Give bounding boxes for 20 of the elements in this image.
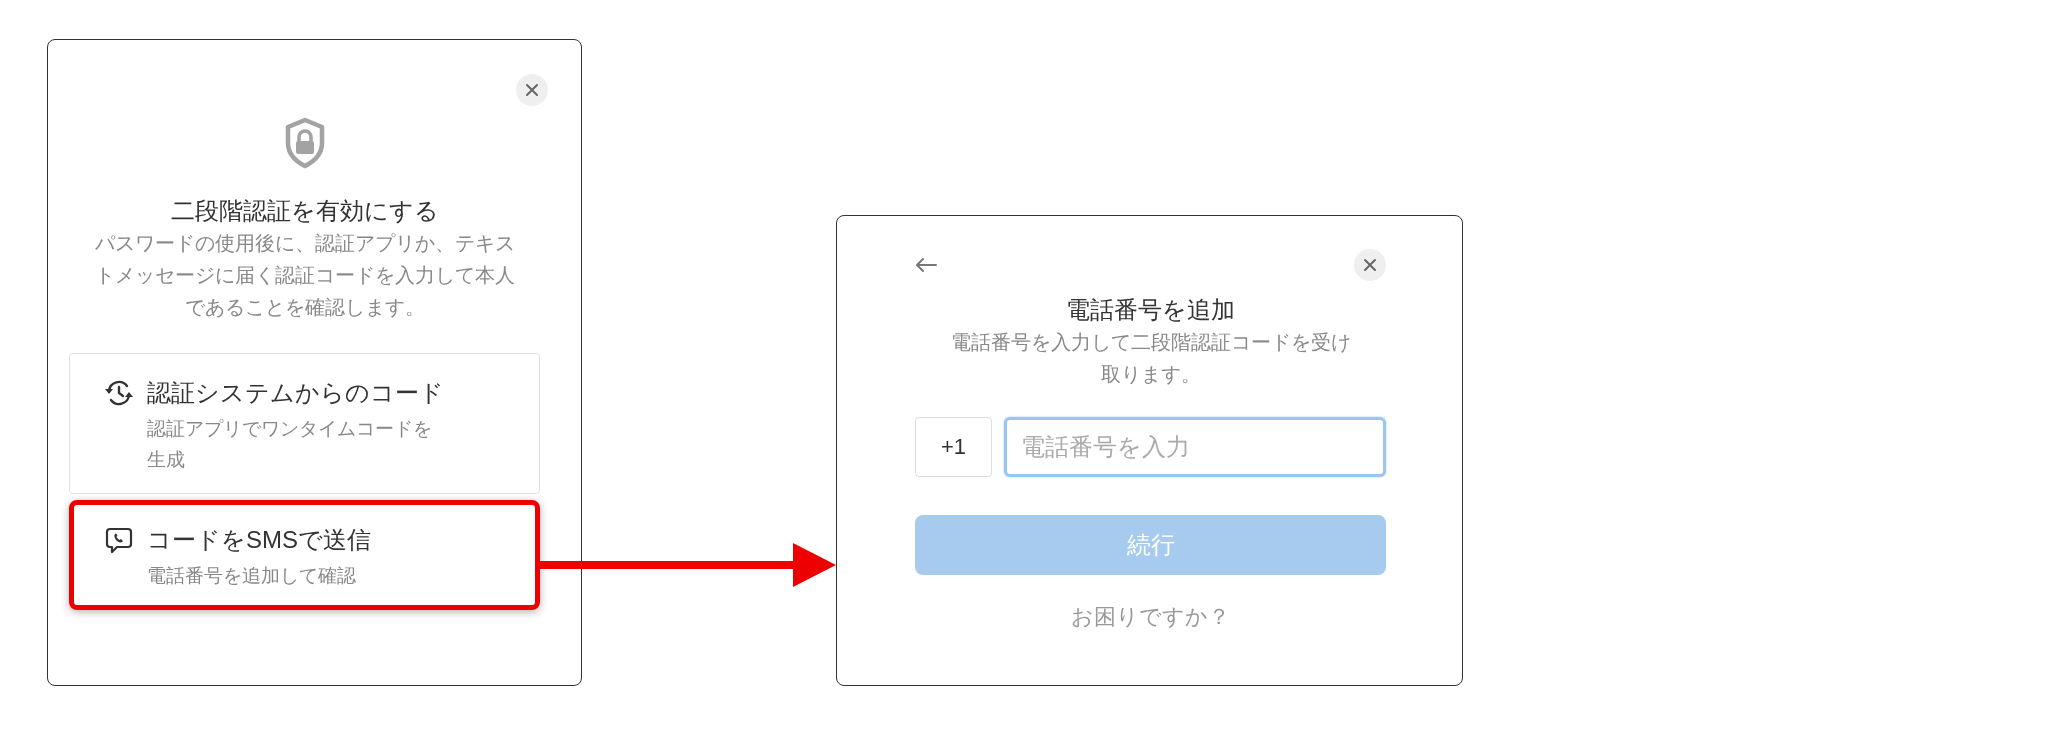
back-arrow-icon bbox=[915, 257, 937, 273]
close-icon bbox=[525, 83, 539, 97]
dialog-description: 電話番号を入力して二段階認証コードを受け取ります。 bbox=[949, 330, 1352, 387]
chat-phone-icon bbox=[105, 526, 133, 554]
option-title: コードをSMSで送信 bbox=[147, 525, 371, 555]
option-subtitle: 電話番号を追加して確認 bbox=[147, 564, 357, 588]
dialog-title: 二段階認証を有効にする bbox=[170, 196, 439, 226]
option-title: 認証システムからのコード bbox=[147, 378, 444, 408]
option-subtitle: 認証アプリでワンタイムコードを生成 bbox=[147, 417, 433, 472]
country-code-selector[interactable]: +1 bbox=[915, 417, 992, 477]
dialog-description: パスワードの使用後に、認証アプリか、テキストメッセージに届く認証コードを入力して本人であることを確認します。 bbox=[93, 231, 516, 320]
close-button[interactable] bbox=[1354, 249, 1386, 281]
clock-arrows-icon bbox=[105, 379, 133, 407]
option-card[interactable]: 認証システムからのコード 認証アプリでワンタイムコードを生成 bbox=[69, 353, 540, 494]
highlighted-option[interactable]: コードをSMSで送信 電話番号を追加して確認 bbox=[69, 500, 540, 610]
dialog-title: 電話番号を追加 bbox=[1066, 295, 1235, 325]
shield-lock-icon bbox=[284, 117, 325, 169]
phone-input-field[interactable]: 電話番号を入力 bbox=[1004, 417, 1386, 477]
close-button[interactable] bbox=[516, 74, 548, 106]
close-icon bbox=[1363, 258, 1377, 272]
